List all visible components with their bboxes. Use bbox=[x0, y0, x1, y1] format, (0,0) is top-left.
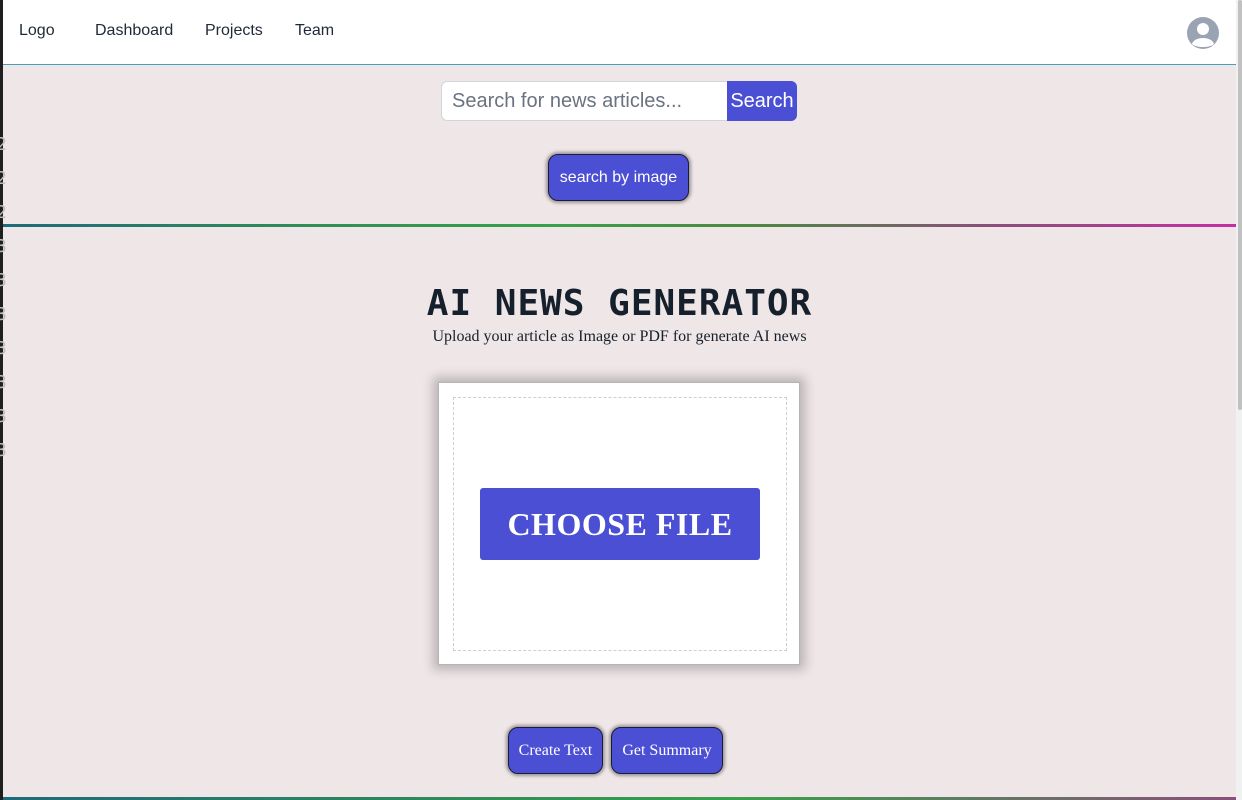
user-avatar[interactable] bbox=[1186, 16, 1220, 50]
user-circle-icon bbox=[1187, 17, 1219, 49]
logo[interactable]: Logo bbox=[19, 22, 55, 40]
scrollbar-thumb[interactable] bbox=[1238, 0, 1242, 410]
browser-viewport: Logo Dashboard Projects Team Search sear… bbox=[3, 0, 1236, 800]
left-edge-strip: 2 2 2 3 3 3 3 3 3 3 bbox=[0, 0, 7, 800]
search-input[interactable] bbox=[441, 81, 727, 121]
choose-file-button[interactable]: CHOOSE FILE bbox=[480, 488, 760, 560]
nav-dashboard[interactable]: Dashboard bbox=[95, 22, 173, 40]
clipped-background-glyphs: 2 2 2 3 3 3 3 3 3 3 bbox=[0, 134, 7, 461]
file-drop-zone[interactable]: CHOOSE FILE bbox=[453, 397, 787, 651]
page-subtitle: Upload your article as Image or PDF for … bbox=[432, 328, 807, 345]
search-by-image-button[interactable]: search by image bbox=[548, 154, 689, 201]
search-button[interactable]: Search bbox=[727, 81, 797, 121]
top-navbar: Logo Dashboard Projects Team bbox=[3, 0, 1236, 65]
nav-projects[interactable]: Projects bbox=[205, 22, 263, 40]
get-summary-button[interactable]: Get Summary bbox=[611, 727, 723, 774]
section-divider bbox=[3, 224, 1236, 227]
page-title: AI NEWS GENERATOR bbox=[426, 283, 813, 324]
create-text-button[interactable]: Create Text bbox=[508, 727, 603, 774]
nav-team[interactable]: Team bbox=[295, 22, 334, 40]
search-bar: Search bbox=[441, 81, 797, 121]
upload-card: CHOOSE FILE bbox=[438, 382, 800, 665]
